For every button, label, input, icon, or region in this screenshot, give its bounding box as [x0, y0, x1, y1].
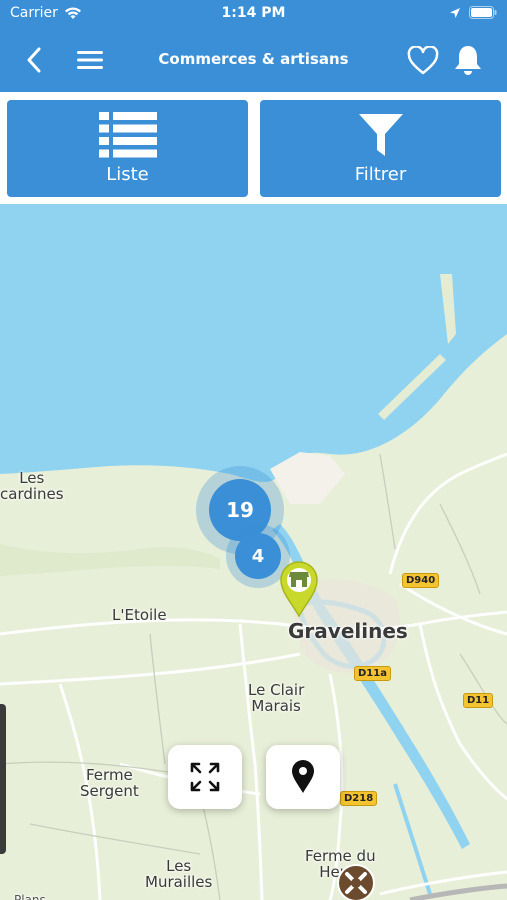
status-time: 1:14 PM: [221, 5, 286, 21]
bell-icon: [455, 46, 481, 75]
filter-button[interactable]: Filtrer: [260, 100, 501, 197]
list-icon: [98, 112, 157, 158]
list-icon-wrap: [7, 112, 248, 158]
map-label-gravelines: Gravelines: [288, 619, 408, 643]
list-label: Liste: [106, 164, 149, 185]
locate-me-button[interactable]: [266, 745, 340, 809]
map-label-les-picardines: Les cardines: [0, 469, 64, 503]
shop-marker-icon[interactable]: [279, 560, 319, 618]
map-label-letoile: L'Etoile: [112, 606, 167, 624]
road-badge-d11: D11: [463, 693, 494, 708]
battery-icon: [469, 6, 497, 19]
heart-icon: [407, 45, 439, 74]
favorites-button[interactable]: [405, 42, 441, 78]
status-bar: Carrier 1:14 PM: [0, 0, 507, 28]
notifications-button[interactable]: [450, 42, 486, 78]
road-badge-d940: D940: [402, 573, 440, 588]
status-right: [449, 6, 497, 19]
map-label-le-clair-marais: Le Clair Marais: [248, 681, 305, 715]
filter-icon-wrap: [260, 112, 501, 158]
artisan-marker-icon[interactable]: [336, 863, 376, 900]
expand-icon: [190, 762, 220, 792]
filter-label: Filtrer: [354, 164, 407, 185]
filter-icon: [358, 114, 403, 156]
nav-bar: Commerces & artisans: [0, 28, 507, 92]
fullscreen-button[interactable]: [168, 745, 242, 809]
side-drawer-handle[interactable]: [0, 704, 6, 854]
location-arrow-icon: [450, 7, 460, 18]
tab-bar: Liste Filtrer: [0, 92, 507, 204]
map-label-les-murailles: Les Murailles: [145, 857, 213, 891]
cluster-count-4: 4: [235, 533, 281, 579]
map-attribution: Plans: [14, 893, 46, 900]
road-badge-d11a: D11a: [354, 666, 391, 681]
map-label-ferme-sergent: Ferme Sergent: [80, 766, 139, 800]
map-pin-icon: [292, 760, 314, 793]
road-badge-d218: D218: [340, 791, 378, 806]
map-view[interactable]: Les cardines L'Etoile Gravelines Le Clai…: [0, 204, 507, 900]
list-button[interactable]: Liste: [7, 100, 248, 197]
